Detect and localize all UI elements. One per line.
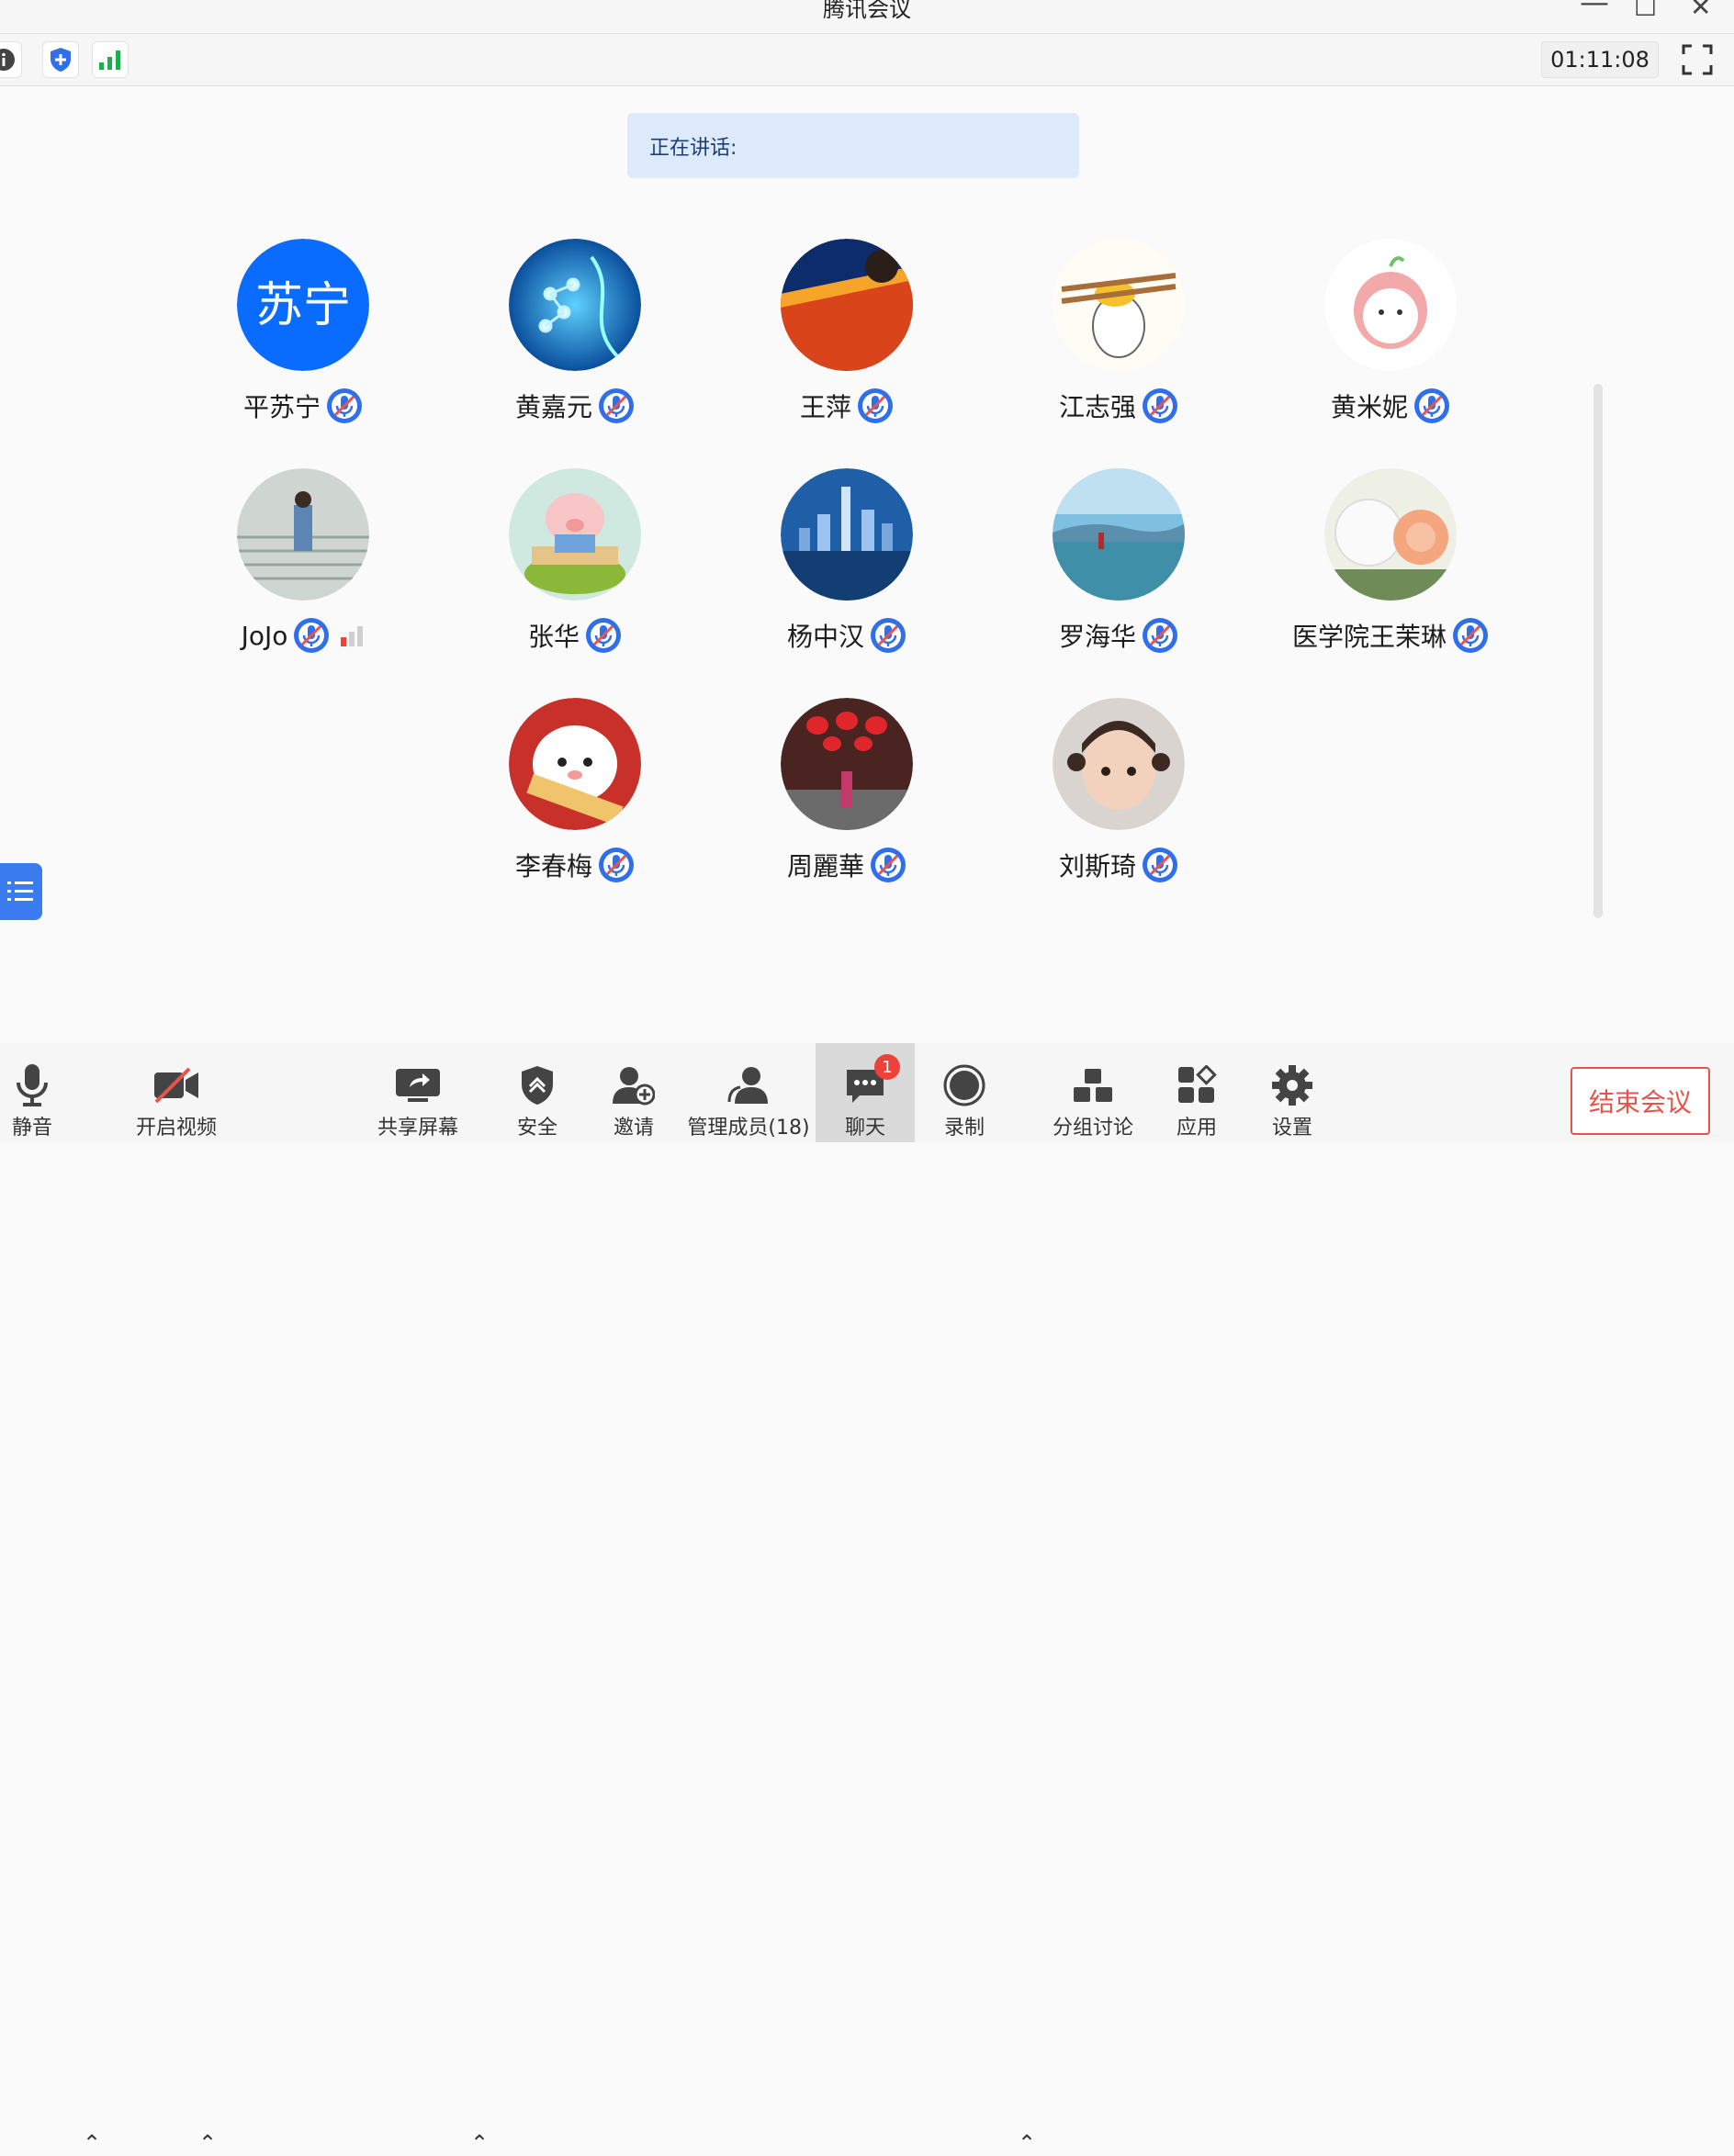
meeting-controls-bar: 静音 ⌃ 开启视频 ⌃ 共享屏幕 ⌃ 安全 邀请 管理成员(18) 1 聊天 录… bbox=[0, 1043, 1734, 2156]
avatar bbox=[509, 239, 641, 371]
share-screen-icon bbox=[396, 1069, 440, 1102]
list-icon bbox=[7, 881, 33, 901]
participant-name: 张华 bbox=[527, 622, 580, 652]
apps-grid-icon bbox=[1178, 1065, 1217, 1103]
minimize-icon[interactable]: — bbox=[1580, 0, 1609, 17]
mute-button[interactable]: 静音 bbox=[0, 1043, 64, 1142]
members-icon bbox=[727, 1067, 768, 1104]
avatar bbox=[509, 468, 641, 601]
share-screen-button[interactable]: 共享屏幕 bbox=[372, 1043, 464, 1142]
participant-name: 平苏宁 bbox=[242, 392, 321, 422]
video-options-chevron-icon[interactable]: ⌃ bbox=[198, 2130, 217, 2156]
meeting-toolbar: 01:11:08 bbox=[0, 34, 1734, 86]
window-titlebar: 腾讯会议 — ☐ ✕ bbox=[0, 0, 1734, 34]
apps-button[interactable]: 应用 bbox=[1155, 1043, 1238, 1142]
avatar-initials: 苏宁 bbox=[255, 278, 351, 333]
window-title: 腾讯会议 bbox=[823, 0, 911, 22]
participant-name: 王萍 bbox=[799, 392, 851, 422]
avatar bbox=[781, 468, 913, 601]
video-button[interactable]: 开启视频 bbox=[103, 1043, 250, 1142]
participant-name: 黄嘉元 bbox=[514, 392, 592, 422]
participant-scrollbar[interactable] bbox=[1593, 384, 1603, 918]
participant-name: 医学院王茉琳 bbox=[1291, 622, 1447, 652]
end-meeting-button[interactable]: 结束会议 bbox=[1571, 1067, 1710, 1135]
participant-name: JoJo bbox=[241, 620, 288, 651]
network-signal-icon[interactable] bbox=[92, 41, 129, 78]
avatar bbox=[781, 698, 913, 830]
settings-button[interactable]: 设置 bbox=[1251, 1043, 1334, 1142]
mic-muted-icon bbox=[1143, 618, 1177, 653]
invite-user-icon bbox=[613, 1067, 655, 1106]
info-icon[interactable] bbox=[0, 41, 22, 78]
mute-options-chevron-icon[interactable]: ⌃ bbox=[83, 2130, 101, 2156]
mic-muted-icon bbox=[599, 388, 634, 423]
avatar bbox=[1053, 468, 1185, 601]
participant-name: 周麗華 bbox=[786, 851, 864, 881]
mic-muted-icon bbox=[871, 848, 906, 882]
mic-muted-icon bbox=[327, 388, 362, 423]
invite-button[interactable]: 邀请 bbox=[592, 1043, 675, 1142]
avatar bbox=[1053, 698, 1185, 830]
mic-muted-icon bbox=[294, 618, 330, 653]
chat-unread-badge: 1 bbox=[874, 1054, 900, 1080]
gear-icon bbox=[1272, 1065, 1312, 1106]
avatar bbox=[1324, 468, 1457, 601]
avatar bbox=[1053, 239, 1185, 371]
mic-muted-icon bbox=[586, 618, 621, 653]
breakout-rooms-button[interactable]: 分组讨论 bbox=[1042, 1043, 1143, 1142]
close-icon[interactable]: ✕ bbox=[1690, 0, 1711, 20]
avatar bbox=[509, 698, 641, 830]
avatar: 苏宁 bbox=[237, 239, 369, 371]
microphone-icon bbox=[17, 1064, 48, 1106]
participant-name: 黄米妮 bbox=[1330, 392, 1408, 422]
video-off-icon bbox=[154, 1067, 198, 1104]
fullscreen-icon[interactable] bbox=[1681, 43, 1714, 76]
participant-name: 罗海华 bbox=[1058, 622, 1136, 652]
share-options-chevron-icon[interactable]: ⌃ bbox=[470, 2130, 489, 2156]
record-options-chevron-icon[interactable]: ⌃ bbox=[1018, 2130, 1036, 2156]
maximize-icon[interactable]: ☐ bbox=[1634, 0, 1657, 20]
record-icon bbox=[943, 1064, 985, 1106]
meeting-timer: 01:11:08 bbox=[1541, 41, 1659, 78]
avatar bbox=[237, 468, 369, 601]
avatar bbox=[781, 239, 913, 371]
mic-muted-icon bbox=[1414, 388, 1449, 423]
list-toggle-button[interactable] bbox=[0, 863, 42, 920]
breakout-rooms-icon bbox=[1074, 1069, 1112, 1102]
participant-name: 江志强 bbox=[1058, 392, 1136, 422]
chat-button[interactable]: 1 聊天 bbox=[816, 1043, 915, 1142]
mic-muted-icon bbox=[871, 618, 906, 653]
participant-name: 刘斯琦 bbox=[1058, 851, 1136, 881]
manage-members-button[interactable]: 管理成员(18) bbox=[687, 1043, 810, 1142]
participant-name: 李春梅 bbox=[514, 851, 592, 881]
record-button[interactable]: 录制 bbox=[923, 1043, 1006, 1142]
weak-signal-icon bbox=[341, 626, 364, 646]
speaking-indicator: 正在讲话: bbox=[627, 113, 1079, 178]
mic-muted-icon bbox=[858, 388, 893, 423]
security-shield-icon[interactable] bbox=[42, 41, 79, 78]
security-shield-icon bbox=[522, 1066, 553, 1105]
mic-muted-icon bbox=[1453, 618, 1488, 653]
speaking-label: 正在讲话: bbox=[649, 136, 738, 160]
participant-name: 杨中汉 bbox=[786, 622, 864, 652]
mic-muted-icon bbox=[1143, 388, 1177, 423]
mic-muted-icon bbox=[599, 848, 634, 882]
security-button[interactable]: 安全 bbox=[496, 1043, 579, 1142]
avatar bbox=[1324, 239, 1457, 371]
mic-muted-icon bbox=[1143, 848, 1177, 882]
